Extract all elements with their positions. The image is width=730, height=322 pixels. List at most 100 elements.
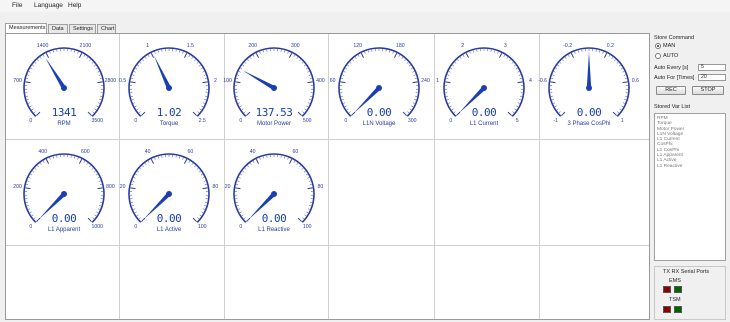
- gauge-tick-label: 0.6: [631, 77, 640, 84]
- gauge-minor-tick: [401, 57, 404, 59]
- gauge-minor-tick: [188, 54, 191, 57]
- gauge-minor-tick: [412, 71, 415, 73]
- gauge-minor-tick: [34, 62, 37, 64]
- gauge-hub: [271, 85, 277, 91]
- gauge-minor-tick: [83, 54, 86, 57]
- gauge-major-tick: [288, 53, 293, 58]
- gauge-label: 3 Phase CosPhi: [567, 121, 611, 127]
- gauge-minor-tick: [179, 50, 181, 53]
- gauge-tick-label: 2800: [104, 77, 117, 84]
- gauge-minor-tick: [28, 71, 31, 73]
- gauge-hub: [376, 85, 382, 91]
- stored-var-list[interactable]: RPM Torque Motor Power L1N Voltage L1 Cu…: [654, 113, 726, 261]
- gauge-minor-tick: [450, 67, 453, 70]
- gauge-needle: [586, 52, 592, 88]
- gauge-value: 0.00: [366, 106, 392, 119]
- gauge-minor-tick: [26, 205, 29, 207]
- gauge-tick-label: 800: [106, 183, 115, 190]
- gauge-minor-tick: [49, 157, 51, 160]
- gauge-major-tick: [517, 81, 523, 84]
- auto-every-input[interactable]: 5: [698, 64, 726, 71]
- gauge-hub: [166, 191, 172, 197]
- menu-language[interactable]: Language: [34, 2, 63, 9]
- gauge-tick-label: 2100: [79, 43, 92, 50]
- gauge-minor-tick: [462, 54, 465, 57]
- ems-rx-led: [674, 286, 682, 293]
- gauge-minor-tick: [497, 51, 499, 54]
- gauge-minor-tick: [364, 51, 366, 54]
- gauge-minor-tick: [392, 51, 394, 54]
- gauge-major-tick: [603, 53, 608, 58]
- menu-help[interactable]: Help: [68, 2, 81, 9]
- gauge-minor-tick: [518, 74, 521, 76]
- port-ems-label: EMS: [669, 278, 681, 284]
- store-command-label: Store Command: [654, 35, 695, 41]
- gauge-minor-tick: [308, 74, 311, 76]
- man-radio[interactable]: [655, 43, 661, 49]
- gauge-minor-tick: [447, 74, 450, 76]
- gauge-tick-label: 400: [316, 77, 325, 84]
- auto-for-label: Auto For [Times]: [654, 75, 695, 81]
- rec-button[interactable]: REC: [656, 86, 686, 95]
- gauge-minor-tick: [202, 102, 205, 104]
- gauge-minor-tick: [562, 59, 564, 62]
- gauge-minor-tick: [352, 59, 354, 62]
- gauge-minor-tick: [448, 102, 451, 104]
- menu-file[interactable]: File: [12, 2, 22, 9]
- gauge-minor-tick: [97, 177, 100, 179]
- gauge-minor-tick: [410, 67, 413, 70]
- gauge-minor-tick: [39, 57, 42, 59]
- tab-measurements[interactable]: Measurements: [5, 23, 47, 33]
- gauge-minor-tick: [616, 62, 619, 64]
- stop-button[interactable]: STOP: [692, 86, 724, 95]
- auto-radio[interactable]: [655, 53, 661, 59]
- gauge-minor-tick: [308, 180, 311, 182]
- gauge-motor-power: 0 100 200 300 400 500 137.53 Motor Power: [221, 36, 327, 142]
- gauge-label: L1 Current: [469, 121, 499, 127]
- gauge-minor-tick: [238, 177, 241, 179]
- gauge-tick-label: 180: [396, 43, 405, 50]
- gauge-minor-tick: [301, 62, 304, 64]
- gauge-minor-tick: [89, 59, 91, 62]
- gauge-tick-label: 80: [212, 183, 219, 190]
- gauge-minor-tick: [559, 62, 562, 64]
- tsm-rx-led: [674, 306, 682, 313]
- gauge-minor-tick: [305, 173, 308, 176]
- gauge-major-tick: [288, 159, 293, 164]
- gauge-minor-tick: [26, 99, 29, 101]
- measurements-panel: 0 700 1400 2100 2800 3500 1341 RPM 0 0.5 1 1.5 2 2.5 1…: [5, 33, 650, 320]
- gauge-tick-label: 1: [436, 77, 440, 84]
- gauge-major-tick: [340, 81, 346, 84]
- gauge-minor-tick: [133, 102, 136, 104]
- gauge-label: RPM: [57, 121, 71, 127]
- gauge-minor-tick: [240, 67, 243, 70]
- gauge-minor-tick: [513, 64, 516, 67]
- gauge-minor-tick: [414, 99, 417, 101]
- gauge-major-tick: [255, 53, 260, 58]
- gauge-minor-tick: [179, 156, 181, 159]
- gauge-major-tick: [412, 81, 418, 84]
- gauge-major-tick: [45, 159, 50, 164]
- gauge-minor-tick: [457, 59, 459, 62]
- gauge-minor-tick: [198, 170, 201, 173]
- gauge-minor-tick: [237, 74, 240, 76]
- gauge-minor-tick: [247, 59, 249, 62]
- tab-settings[interactable]: Settings: [69, 24, 96, 33]
- gauge-minor-tick: [553, 71, 556, 73]
- tab-data[interactable]: Data: [48, 24, 68, 33]
- gauge-minor-tick: [99, 99, 102, 101]
- gauge-tick-label: 20: [119, 183, 126, 190]
- auto-for-input[interactable]: 20: [698, 74, 726, 81]
- tab-chart[interactable]: Chart: [97, 24, 116, 33]
- gauge-minor-tick: [142, 59, 144, 62]
- list-item[interactable]: L1 Reactive: [657, 164, 723, 169]
- gauge-hub: [271, 191, 277, 197]
- gauge-tick-label: -0.6: [538, 77, 548, 84]
- gauge-minor-tick: [139, 62, 142, 64]
- gauge-tick-label: 3: [503, 43, 507, 50]
- gauge-minor-tick: [284, 156, 286, 159]
- gauge-minor-tick: [194, 59, 196, 62]
- gauge-minor-tick: [345, 67, 348, 70]
- gauge-minor-tick: [95, 67, 98, 70]
- gauge-tick-label: 1400: [36, 43, 49, 50]
